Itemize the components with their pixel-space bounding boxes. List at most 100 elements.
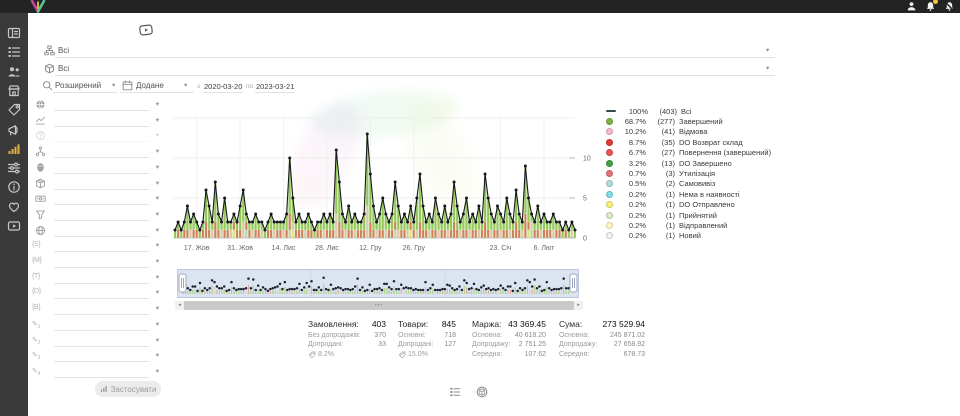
chevron-down-icon[interactable]: ▾: [156, 102, 159, 109]
date-to-input[interactable]: 2023-03-21: [256, 82, 294, 91]
filter-select-field[interactable]: [54, 157, 149, 158]
legend-label: DO Возврат склад: [679, 138, 743, 147]
filter-select-field[interactable]: [54, 220, 149, 221]
filter-select-field[interactable]: [54, 377, 149, 378]
legend-percent: 8.7%: [617, 138, 646, 147]
list-view-icon[interactable]: [449, 386, 461, 398]
chevron-down-icon[interactable]: ▾: [766, 66, 769, 73]
chevron-down-icon[interactable]: ▾: [156, 259, 159, 266]
legend-item[interactable]: 0.2%(1)Прийнятий: [606, 210, 784, 220]
date-from-input[interactable]: 2020-03-20: [204, 82, 242, 91]
chevron-down-icon[interactable]: ▾: [156, 369, 159, 376]
chevron-down-icon[interactable]: ▾: [156, 212, 159, 219]
cube-icon: [44, 63, 55, 74]
bell-muted-icon[interactable]: [944, 1, 955, 12]
bell-icon[interactable]: [925, 1, 936, 12]
chevron-down-icon[interactable]: ▾: [156, 306, 159, 313]
sidebar-item-video-tutorials[interactable]: [7, 219, 21, 233]
filter-row-trend: ▾: [32, 115, 162, 129]
filter-select-field[interactable]: [54, 110, 149, 111]
legend-item[interactable]: 0.2%(1)Відправлений: [606, 220, 784, 230]
filter-select-field[interactable]: [54, 251, 149, 252]
filter-select-field[interactable]: [54, 204, 149, 205]
sidebar-item-dashboard[interactable]: [7, 26, 21, 40]
product-filter-field[interactable]: [55, 75, 775, 76]
sidebar-item-customers[interactable]: [7, 65, 21, 79]
sidebar-item-support-heart[interactable]: [7, 200, 21, 214]
chart-range-navigator[interactable]: [177, 269, 579, 300]
filter-select-field[interactable]: [54, 189, 149, 190]
chevron-down-icon[interactable]: ▾: [156, 243, 159, 250]
chevron-down-icon[interactable]: ▾: [156, 181, 159, 188]
package-view-icon[interactable]: [476, 386, 488, 398]
calendar-icon[interactable]: [122, 80, 133, 91]
chevron-down-icon[interactable]: ▾: [184, 83, 187, 90]
pencil-sub-index: 3: [38, 355, 40, 361]
chevron-down-icon[interactable]: ▾: [766, 48, 769, 55]
sidebar-item-orders-list[interactable]: [7, 45, 21, 59]
scrollbar-thumb[interactable]: •••: [184, 301, 574, 310]
sidebar-item-megaphone[interactable]: [7, 123, 21, 137]
status-filter-value[interactable]: Всі: [58, 46, 69, 55]
filter-select-field[interactable]: [54, 330, 149, 331]
filter-select-field[interactable]: [54, 267, 149, 268]
legend-item[interactable]: 0.2%(1)Новий: [606, 231, 784, 241]
filter-select-field[interactable]: [54, 173, 149, 174]
filter-select-field[interactable]: [54, 141, 149, 142]
chevron-down-icon[interactable]: ▾: [156, 338, 159, 345]
chevron-down-icon[interactable]: ▾: [156, 165, 159, 172]
user-icon[interactable]: [906, 1, 917, 12]
filter-select-field[interactable]: [54, 314, 149, 315]
legend-item[interactable]: 100%(403)Всі: [606, 106, 784, 116]
legend-item[interactable]: 0.2%(1)DO Отправлено: [606, 200, 784, 210]
sidebar-item-store[interactable]: [7, 84, 21, 98]
filter-select-field[interactable]: [54, 346, 149, 347]
filter-select-field[interactable]: [54, 126, 149, 127]
legend-item[interactable]: 3.2%(13)DO Завершено: [606, 158, 784, 168]
legend-item[interactable]: 10.2%(41)Відмова: [606, 127, 784, 137]
sidebar-item-info[interactable]: [7, 180, 21, 194]
token-t-icon: {T}: [32, 273, 40, 280]
chevron-down-icon[interactable]: ▾: [156, 118, 159, 125]
chart-legend: 100%(403)Всі68.7%(277)Завершений10.2%(41…: [606, 106, 784, 241]
chevron-down-icon[interactable]: ▾: [156, 149, 159, 156]
legend-item[interactable]: 0.7%(3)Утилізація: [606, 168, 784, 178]
legend-item[interactable]: 6.7%(27)Повернення (завершений): [606, 148, 784, 158]
filter-select-field[interactable]: [54, 361, 149, 362]
status-filter-field[interactable]: [55, 57, 775, 58]
chevron-down-icon[interactable]: ▾: [156, 228, 159, 235]
scroll-left-arrow-icon[interactable]: ◂: [175, 301, 184, 310]
scroll-right-arrow-icon[interactable]: ▸: [574, 301, 583, 310]
legend-item[interactable]: 8.7%(35)DO Возврат склад: [606, 137, 784, 147]
sidebar-item-analytics-chart[interactable]: [7, 142, 21, 156]
legend-percent: 10.2%: [617, 127, 646, 136]
filter-select-field[interactable]: [54, 283, 149, 284]
date-field-select[interactable]: Додане: [136, 81, 164, 90]
chevron-down-icon[interactable]: ▾: [156, 290, 159, 297]
orders-by-day-chart[interactable]: 17. Жов31. Жов14. Лис28. Лис12. Гру26. Г…: [173, 98, 605, 260]
stat-title-value: 845: [442, 319, 456, 329]
product-filter-value[interactable]: Всі: [58, 64, 69, 73]
legend-item[interactable]: 68.7%(277)Завершений: [606, 116, 784, 126]
legend-dot-swatch: [606, 118, 613, 125]
search-icon[interactable]: [42, 80, 53, 91]
search-mode-select[interactable]: Розширений: [55, 81, 101, 90]
chevron-down-icon[interactable]: ▾: [156, 275, 159, 282]
filter-select-field[interactable]: [54, 298, 149, 299]
filter-row-token-s: {S}▾: [32, 240, 162, 254]
apply-button[interactable]: Застосувати: [95, 381, 161, 397]
chevron-down-icon[interactable]: ▾: [156, 196, 159, 203]
legend-item[interactable]: 0.5%(2)Самовивіз: [606, 179, 784, 189]
chevron-down-icon[interactable]: ▾: [156, 353, 159, 360]
chevron-down-icon[interactable]: ▾: [156, 322, 159, 329]
sidebar-item-price-tag[interactable]: [7, 103, 21, 117]
chevron-down-icon[interactable]: ▾: [156, 133, 159, 140]
legend-item[interactable]: 0.2%(1)Нема в наявності: [606, 189, 784, 199]
stat-sub-label: Допродані:: [398, 341, 433, 348]
sidebar-item-sliders[interactable]: [7, 161, 21, 175]
brand-v-logo[interactable]: [29, 0, 47, 13]
filter-row-pencil-1: ✎1▾: [32, 319, 162, 333]
filter-select-field[interactable]: [54, 236, 149, 237]
video-bubble-icon[interactable]: [135, 22, 156, 38]
chevron-down-icon[interactable]: ▾: [112, 83, 115, 90]
